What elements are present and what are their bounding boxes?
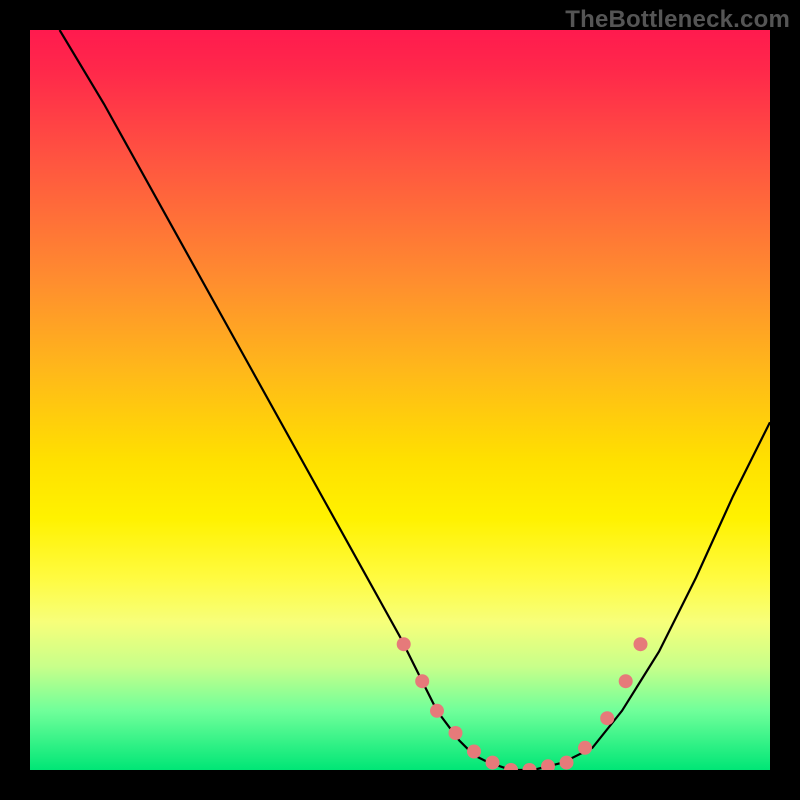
highlight-dot [560,756,574,770]
highlight-dot [523,763,537,770]
highlight-dot [541,759,555,770]
highlight-dot [430,704,444,718]
attribution-text: TheBottleneck.com [565,6,790,34]
highlight-dot [486,756,500,770]
highlight-dot [634,637,648,651]
highlight-dot [504,763,518,770]
highlight-dot [467,745,481,759]
highlight-dot [600,711,614,725]
highlight-dot [449,726,463,740]
bottleneck-curve [60,30,770,770]
highlight-dot [397,637,411,651]
highlight-dot [578,741,592,755]
chart-svg [30,30,770,770]
highlight-dot [619,674,633,688]
highlight-dot [415,674,429,688]
